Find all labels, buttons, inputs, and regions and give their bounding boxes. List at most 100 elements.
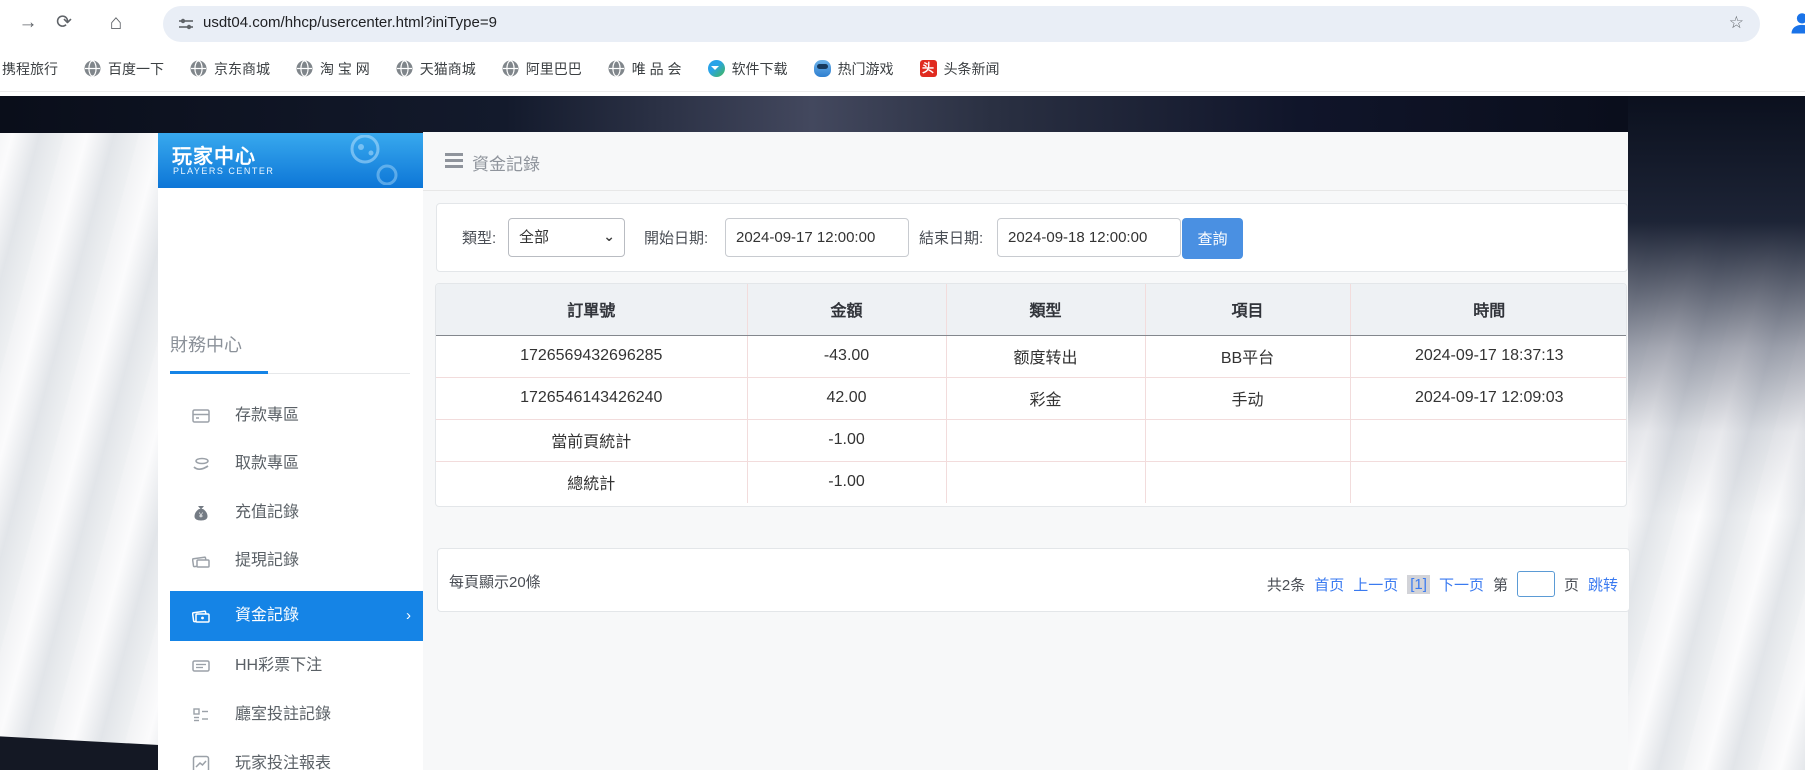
first-page-link[interactable]: 首页 [1314,574,1344,595]
page-title: 資金記錄 [472,150,540,175]
bookmarks-bar: 携程旅行 百度一下 京东商城 淘 宝 网 天猫商城 阿里巴巴 唯 品 会 [0,46,1805,92]
bookmark-item[interactable]: 携程旅行 [2,59,58,79]
cell-label: 總統計 [436,461,747,503]
svg-text:¥: ¥ [199,513,203,520]
screen: → ⟳ ⌂ usdt04.com/hhcp/usercenter.html?in… [0,0,1805,770]
end-date-label: 結束日期: [919,227,983,248]
list-records-icon [192,706,210,724]
profile-avatar-icon[interactable] [1785,9,1805,37]
bookmark-item[interactable]: 京东商城 [190,59,270,79]
jump-button[interactable]: 跳转 [1588,574,1618,595]
bookmark-item[interactable]: 头 头条新闻 [920,59,1000,79]
sidebar-item-withdraw-records[interactable]: 提現記錄 [170,536,423,585]
chevron-down-icon: ⌄ [603,228,615,245]
main-content: 資金記錄 類型: 全部 ⌄ 開始日期: 結束日期: 查詢 訂單號 金額 類型 [423,132,1628,770]
col-order-no: 訂單號 [436,284,747,335]
jump-label-pre: 第 [1493,574,1508,595]
moneybag-icon: ¥ [192,504,210,522]
table-row: 1726569432696285 -43.00 额度转出 BB平台 2024-0… [436,335,1627,377]
pagination-bar: 每頁顯示20條 共2条 首页 上一页 [1] 下一页 第 页 跳转 [437,548,1630,612]
pager: 共2条 首页 上一页 [1] 下一页 第 页 跳转 [1267,571,1618,597]
game-penguin-icon [814,60,831,77]
sidebar-item-hh-lottery-bets[interactable]: HH彩票下注 [170,641,423,690]
chevron-right-icon: › [406,591,411,641]
globe-icon [84,60,101,77]
bookmark-item[interactable]: 软件下载 [708,59,788,79]
reload-icon[interactable]: ⟳ [52,11,76,35]
report-chart-icon [192,755,210,770]
bookmark-star-icon[interactable]: ☆ [1729,13,1744,33]
col-amount: 金額 [747,284,946,335]
cell-item: BB平台 [1145,335,1350,377]
bookmark-item[interactable]: 百度一下 [84,59,164,79]
section-heading-finance: 財務中心 [170,331,410,357]
cell-amount: -43.00 [747,335,946,377]
sidebar-subtitle: PLAYERS CENTER [173,166,274,176]
table-row: 1726546143426240 42.00 彩金 手动 2024-09-17 … [436,377,1627,419]
cell-type: 额度转出 [946,335,1145,377]
table-row-total: 總統計 -1.00 [436,461,1627,503]
withdraw-hand-icon [192,455,210,473]
bookmark-item[interactable]: 阿里巴巴 [502,59,582,79]
sidebar-item-withdraw-zone[interactable]: 取款專區 [170,439,423,488]
type-select[interactable]: 全部 ⌄ [508,218,625,257]
sidebar-item-funds-records[interactable]: 資金記錄 › [170,591,423,641]
globe-icon [190,60,207,77]
end-date-input[interactable] [997,218,1181,257]
menu-toggle-icon[interactable] [445,153,463,168]
start-date-input[interactable] [725,218,909,257]
browser-toolbar: → ⟳ ⌂ usdt04.com/hhcp/usercenter.html?in… [0,0,1805,46]
browser-chrome: → ⟳ ⌂ usdt04.com/hhcp/usercenter.html?in… [0,0,1805,96]
section-divider [170,373,410,374]
sidebar-item-deposit[interactable]: 存款專區 [170,391,423,440]
col-type: 類型 [946,284,1145,335]
cell-amount: -1.00 [747,461,946,503]
globe-icon [608,60,625,77]
sidebar: 玩家中心 PLAYERS CENTER 財務中心 存款專區 取款專區 ¥ 充值記… [158,133,423,770]
cell-amount: -1.00 [747,419,946,461]
sidebar-item-recharge-records[interactable]: ¥ 充值記錄 [170,488,423,537]
table-row-page-subtotal: 當前頁統計 -1.00 [436,419,1627,461]
globe-icon [296,60,313,77]
site-settings-icon[interactable] [177,15,195,33]
next-page-link[interactable]: 下一页 [1439,574,1484,595]
sidebar-title: 玩家中心 [172,140,256,169]
forward-icon[interactable]: → [16,11,40,35]
col-item: 項目 [1145,284,1350,335]
jump-label-post: 页 [1564,574,1579,595]
ticket-list-icon [192,657,210,675]
bookmark-item[interactable]: 淘 宝 网 [296,59,370,79]
home-icon[interactable]: ⌂ [104,11,128,35]
sidebar-item-hall-bet-records[interactable]: 廳室投註記錄 [170,690,423,739]
address-bar[interactable]: usdt04.com/hhcp/usercenter.html?iniType=… [163,6,1760,42]
bookmark-item[interactable]: 天猫商城 [396,59,476,79]
cell-amount: 42.00 [747,377,946,419]
bookmark-item[interactable]: 唯 品 会 [608,59,682,79]
sidebar-item-player-bet-report[interactable]: 玩家投注報表 [170,739,423,770]
cell-time: 2024-09-17 18:37:13 [1350,335,1627,377]
banknotes-icon [192,552,210,570]
wallet-icon [192,607,210,625]
cell-order-no: 1726569432696285 [436,335,747,377]
records-table-panel: 訂單號 金額 類型 項目 時間 1726569432696285 -43.00 … [435,283,1627,507]
jump-page-input[interactable] [1517,571,1555,597]
records-table: 訂單號 金額 類型 項目 時間 1726569432696285 -43.00 … [436,284,1627,503]
backdrop-dark-right [1628,96,1805,516]
filter-bar: 類型: 全部 ⌄ 開始日期: 結束日期: 查詢 [436,203,1628,272]
backdrop-dark-band [0,96,1805,133]
type-label: 類型: [462,227,496,248]
url-text[interactable]: usdt04.com/hhcp/usercenter.html?iniType=… [203,14,497,31]
cell-order-no: 1726546143426240 [436,377,747,419]
download-circle-icon [708,60,725,77]
cell-time: 2024-09-17 12:09:03 [1350,377,1627,419]
toutiao-icon: 头 [920,60,937,77]
bookmark-item[interactable]: 热门游戏 [814,59,894,79]
sidebar-banner: 玩家中心 PLAYERS CENTER [158,133,423,188]
total-count: 共2条 [1267,574,1305,595]
prev-page-link[interactable]: 上一页 [1353,574,1398,595]
globe-icon [396,60,413,77]
page-header: 資金記錄 [423,132,1628,191]
deposit-card-icon [192,407,210,425]
query-button[interactable]: 查詢 [1182,218,1243,259]
current-page: [1] [1407,575,1430,594]
